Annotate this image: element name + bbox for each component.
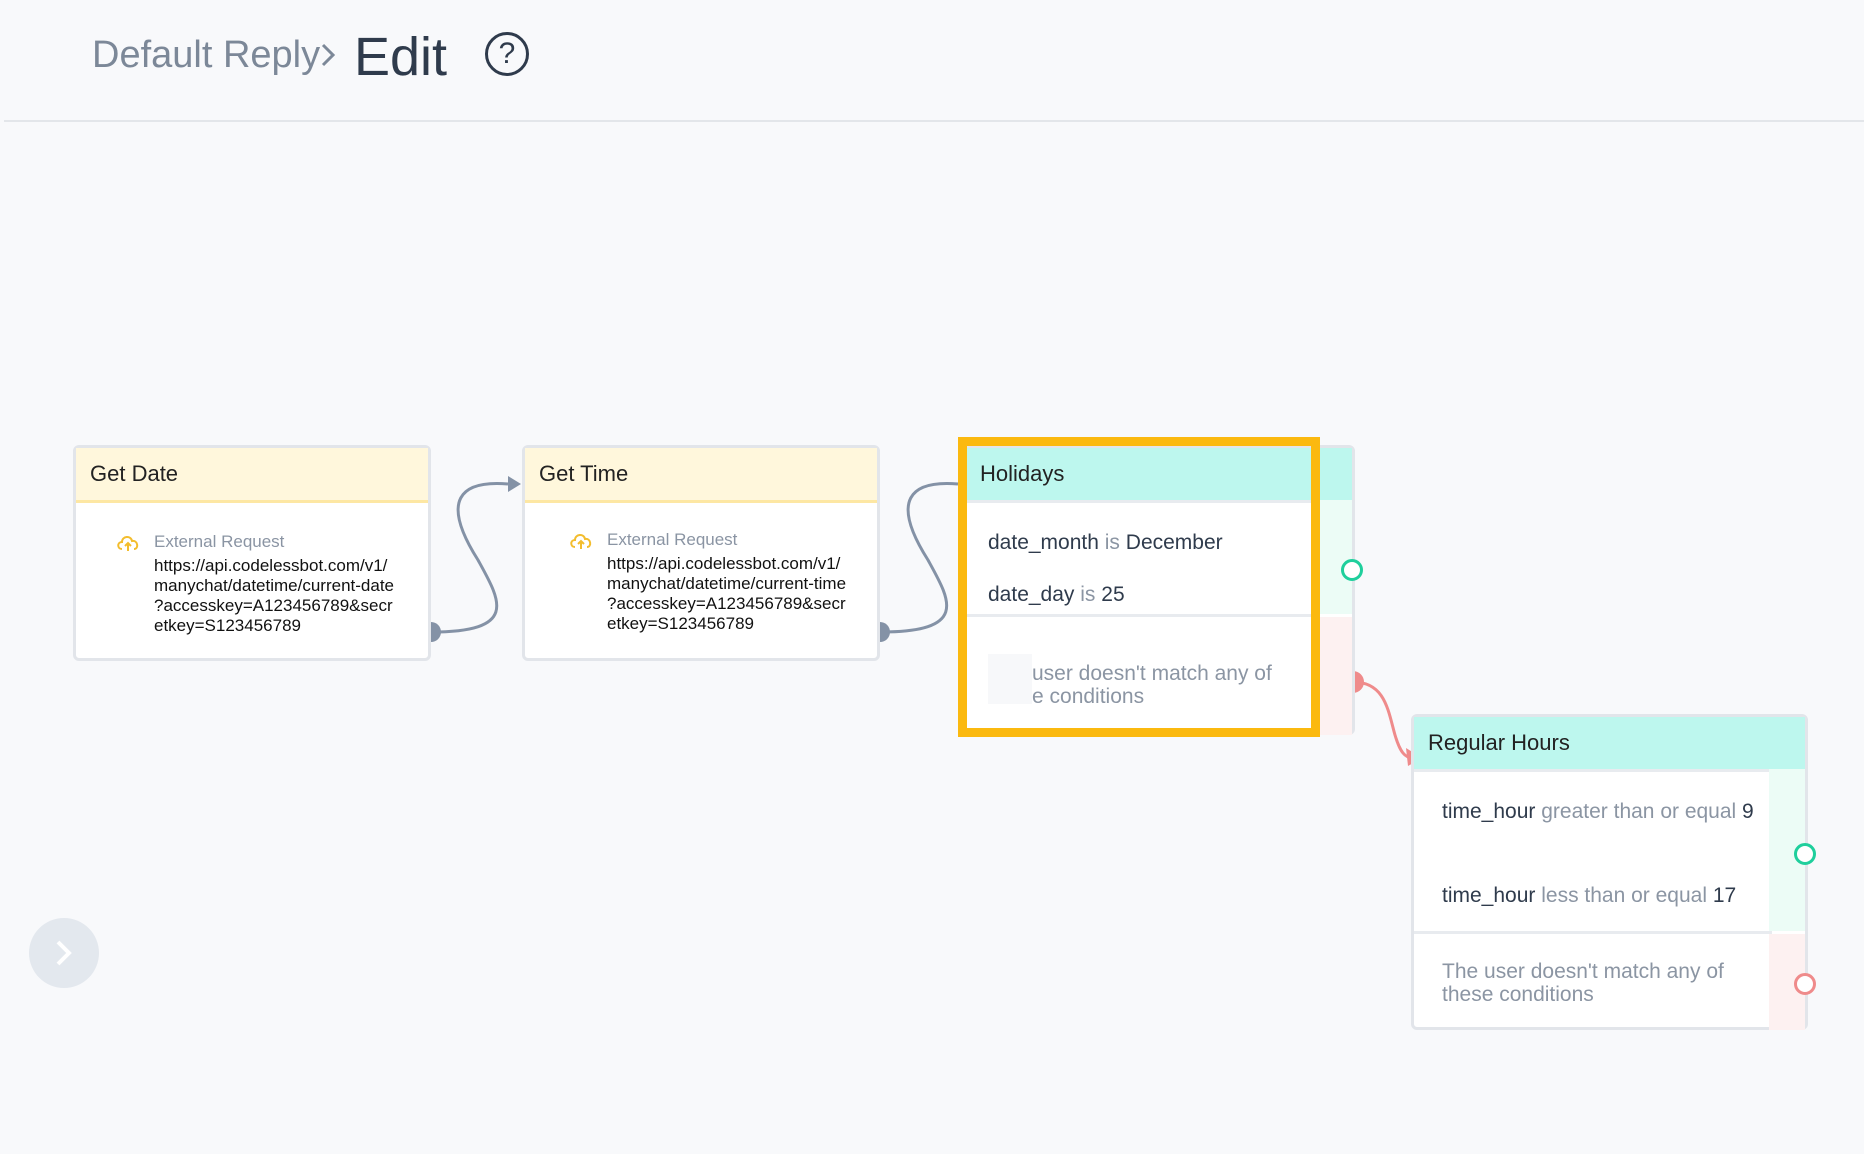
condition-row: time_hour less than or equal 17 xyxy=(1442,884,1737,907)
node-get-time[interactable]: Get Time External Request https://api.co… xyxy=(522,445,880,661)
cloud-upload-icon xyxy=(570,534,592,549)
node-title: Regular Hours xyxy=(1414,717,1805,772)
request-url: https://api.codelessbot.com/v1/ manychat… xyxy=(154,556,395,635)
node-regular-hours[interactable]: Regular Hours time_hour greater than or … xyxy=(1411,714,1816,1030)
fail-lane xyxy=(1316,617,1352,735)
chevron-right-icon xyxy=(56,940,72,966)
wire-holidays-regularhours xyxy=(1352,680,1414,760)
condition-row: time_hour greater than or equal 9 xyxy=(1442,800,1754,823)
arrow-head xyxy=(508,476,521,492)
divider xyxy=(1414,931,1772,934)
request-url: https://api.codelessbot.com/v1/ manychat… xyxy=(607,554,847,633)
success-lane xyxy=(1316,500,1352,614)
fail-port[interactable] xyxy=(1794,973,1816,995)
request-type-label: External Request xyxy=(607,530,738,549)
success-port[interactable] xyxy=(1794,843,1816,865)
flow-editor: Default Reply Edit ? Get Date External R… xyxy=(0,0,1864,1154)
sidebar-toggle-button[interactable] xyxy=(29,918,99,988)
fallback-text: The user doesn't match any of these cond… xyxy=(1442,960,1724,1006)
node-title: Get Date xyxy=(76,448,428,503)
highlight-box xyxy=(958,437,1320,737)
node-get-date[interactable]: Get Date External Request https://api.co… xyxy=(73,445,431,661)
wire-gettime-holidays xyxy=(879,482,959,634)
wire-getdate-gettime xyxy=(430,482,509,634)
cloud-upload-icon xyxy=(117,536,139,551)
node-title: Get Time xyxy=(525,448,877,503)
request-type-label: External Request xyxy=(154,532,285,551)
success-port[interactable] xyxy=(1341,559,1363,581)
